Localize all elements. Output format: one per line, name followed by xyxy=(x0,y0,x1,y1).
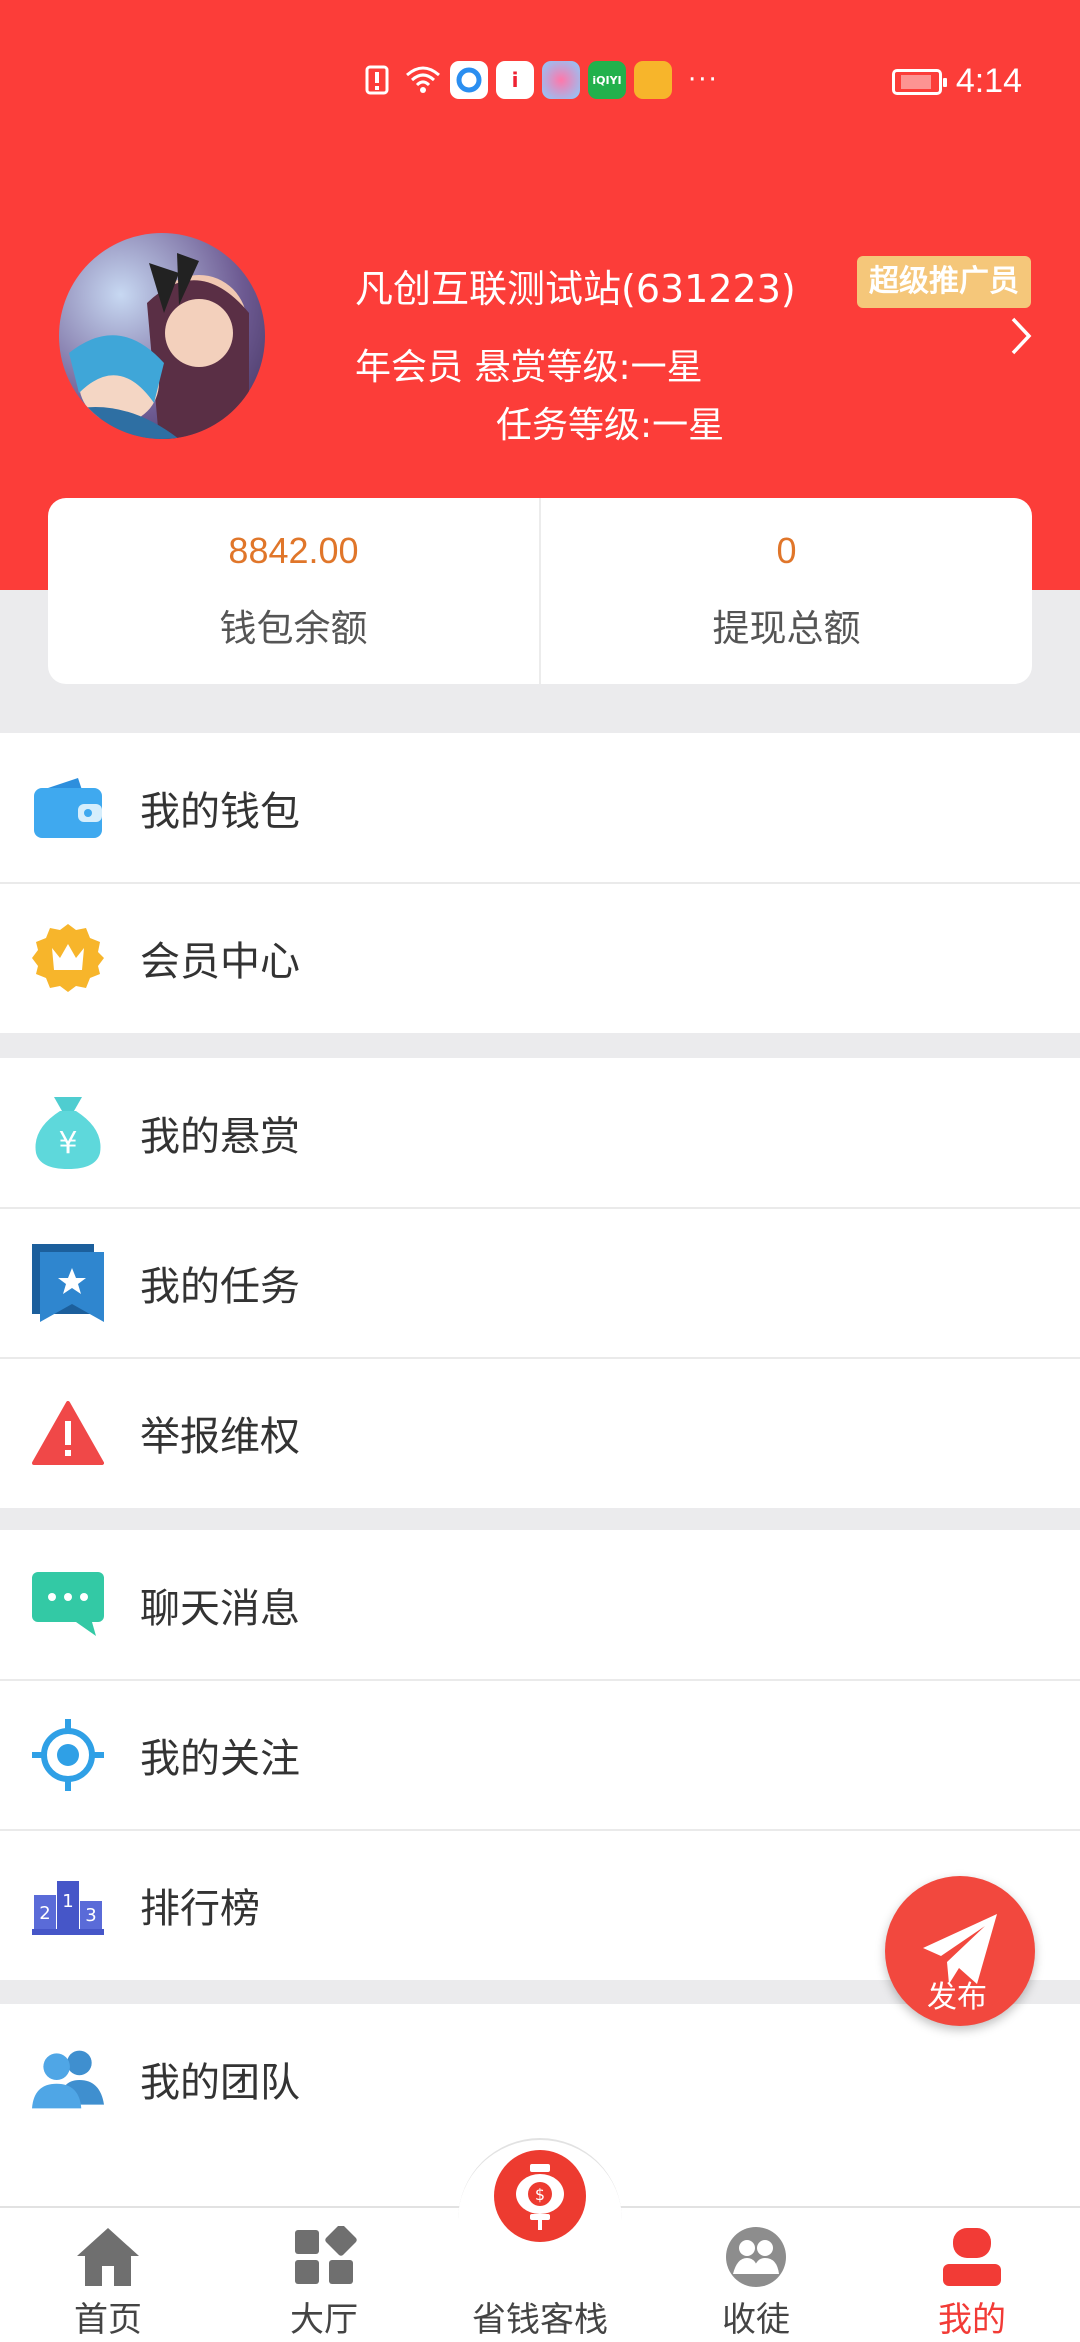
svg-text:2: 2 xyxy=(39,1903,50,1924)
savings-inn-button[interactable]: $ xyxy=(494,2150,586,2242)
svg-text:¥: ¥ xyxy=(58,1126,77,1161)
tab-label: 大厅 xyxy=(290,2300,358,2340)
task-level: 任务等级:一星 xyxy=(496,405,725,446)
info-app-icon: i xyxy=(496,61,534,99)
svg-text:1: 1 xyxy=(62,1891,73,1912)
warning-icon xyxy=(32,1397,104,1469)
team-icon xyxy=(32,2043,104,2115)
promoter-badge: 超级推广员 xyxy=(857,256,1031,308)
menu-item-label: 举报维权 xyxy=(140,1414,300,1460)
wallet-icon xyxy=(32,772,104,844)
menu-item-my-tasks[interactable]: 我的任务 xyxy=(0,1207,1080,1358)
menu-item-label: 我的团队 xyxy=(140,2060,300,2106)
menu-item-label: 会员中心 xyxy=(140,939,300,985)
crown-icon xyxy=(32,922,104,994)
svg-text:3: 3 xyxy=(85,1905,96,1926)
menu-item-my-rewards[interactable]: ¥ 我的悬赏 xyxy=(0,1058,1080,1208)
iqiyi-app-icon: iQIYI xyxy=(588,61,626,99)
status-bar: i iQIYI ··· 4:14 xyxy=(0,50,1080,110)
clock: 4:14 xyxy=(955,62,1022,100)
browser-app-icon xyxy=(450,61,488,99)
money-bag-icon: ¥ xyxy=(32,1097,104,1169)
menu-item-follow[interactable]: 我的关注 xyxy=(0,1679,1080,1830)
stats-card: 8842.00 钱包余额 0 提现总额 xyxy=(48,498,1032,684)
menu-item-chat[interactable]: 聊天消息 xyxy=(0,1530,1080,1680)
task-flag-icon xyxy=(32,1244,104,1322)
tab-label: 我的 xyxy=(938,2300,1006,2340)
status-icons: i iQIYI ··· xyxy=(358,60,719,100)
status-right: 4:14 xyxy=(891,62,1022,101)
menu-item-wallet[interactable]: 我的钱包 xyxy=(0,733,1080,883)
notes-app-icon xyxy=(634,61,672,99)
podium-icon: 213 xyxy=(32,1869,104,1941)
wifi-icon xyxy=(404,61,442,99)
home-icon xyxy=(77,2228,139,2286)
grid-icon xyxy=(295,2226,357,2284)
money-lantern-icon: $ xyxy=(516,2164,564,2230)
tab-mine[interactable]: 我的 xyxy=(864,2208,1080,2342)
chat-icon xyxy=(32,1569,104,1641)
stat-value: 0 xyxy=(776,530,797,571)
menu-group-tasks: ¥ 我的悬赏 我的任务 举报维权 xyxy=(0,1058,1080,1508)
stat-value: 8842.00 xyxy=(228,530,359,571)
stat-label: 钱包余额 xyxy=(219,607,368,650)
menu-item-label: 我的关注 xyxy=(140,1736,300,1782)
avatar[interactable] xyxy=(59,233,265,439)
stat-label: 提现总额 xyxy=(712,607,861,650)
tab-hall[interactable]: 大厅 xyxy=(216,2208,432,2342)
menu-item-label: 排行榜 xyxy=(140,1886,260,1932)
wallet-balance-stat[interactable]: 8842.00 钱包余额 xyxy=(48,498,539,684)
tab-home[interactable]: 首页 xyxy=(0,2208,216,2342)
publish-label: 发布 xyxy=(927,1980,987,2015)
menu-group-wallet: 我的钱包 会员中心 xyxy=(0,733,1080,1033)
tab-label: 首页 xyxy=(74,2300,142,2340)
chevron-right-icon[interactable] xyxy=(1010,316,1032,356)
tab-disciples[interactable]: 收徒 xyxy=(648,2208,864,2342)
battery-icon xyxy=(891,68,947,95)
profile-name: 凡创互联测试站(631223) xyxy=(355,267,796,311)
disciples-icon xyxy=(726,2227,786,2287)
menu-item-label: 我的任务 xyxy=(140,1264,300,1310)
publish-fab[interactable]: 发布 xyxy=(885,1876,1035,2026)
svg-text:$: $ xyxy=(535,2185,545,2204)
membership-level: 年会员 悬赏等级:一星 xyxy=(355,347,703,388)
menu-item-team[interactable]: 我的团队 xyxy=(0,2004,1080,2154)
more-notifications-icon: ··· xyxy=(688,65,719,95)
tab-label: 收徒 xyxy=(722,2300,790,2340)
menu-item-vip-center[interactable]: 会员中心 xyxy=(0,882,1080,1033)
menu-item-label: 我的悬赏 xyxy=(140,1114,300,1160)
tab-label: 省钱客栈 xyxy=(472,2300,608,2340)
menu-item-label: 我的钱包 xyxy=(140,789,300,835)
target-icon xyxy=(32,1719,104,1791)
withdraw-total-stat[interactable]: 0 提现总额 xyxy=(539,498,1032,684)
menu-item-label: 聊天消息 xyxy=(140,1586,300,1632)
alert-icon xyxy=(358,61,396,99)
flower-app-icon xyxy=(542,61,580,99)
menu-item-report[interactable]: 举报维权 xyxy=(0,1357,1080,1508)
person-icon xyxy=(943,2228,1001,2286)
